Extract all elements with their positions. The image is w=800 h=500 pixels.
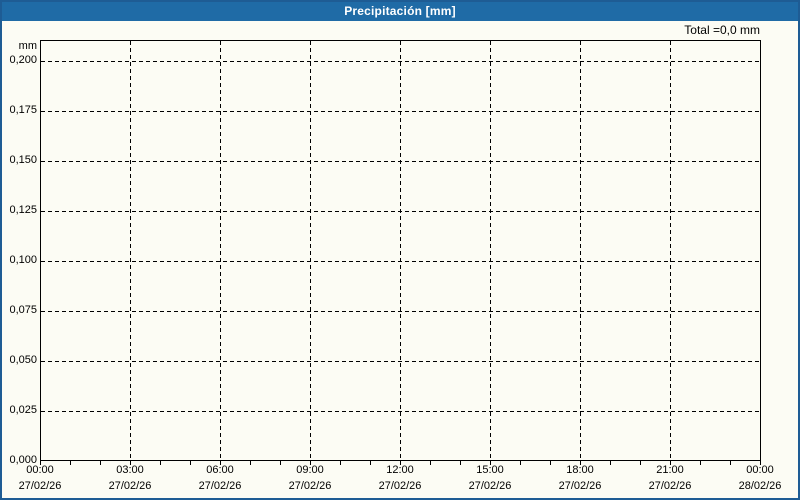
x-axis-minor-tick xyxy=(250,461,251,465)
y-axis-tick-label: 0,125 xyxy=(9,204,37,216)
x-axis-minor-tick xyxy=(460,461,461,465)
chart-title-bar: Precipitación [mm] xyxy=(0,0,800,21)
y-axis-tick-label: 0,075 xyxy=(9,304,37,316)
y-axis-unit-label: mm xyxy=(18,40,37,52)
y-axis-tick-label: 0,150 xyxy=(9,154,37,166)
y-axis-tick-label: 0,200 xyxy=(9,54,37,66)
x-axis-date-label: 27/02/26 xyxy=(198,480,242,492)
x-axis-minor-tick xyxy=(40,461,41,465)
x-axis-date-label: 27/02/26 xyxy=(468,480,512,492)
x-axis-minor-tick xyxy=(430,461,431,465)
x-axis-minor-tick xyxy=(280,461,281,465)
x-axis-minor-tick xyxy=(160,461,161,465)
x-axis-minor-tick xyxy=(610,461,611,465)
x-axis-minor-tick xyxy=(520,461,521,465)
x-axis-minor-tick xyxy=(190,461,191,465)
x-axis-minor-tick xyxy=(640,461,641,465)
x-axis-minor-tick xyxy=(370,461,371,465)
gridline-vertical xyxy=(580,41,581,460)
x-axis-ticks xyxy=(40,461,762,467)
x-axis-date-label: 27/02/26 xyxy=(108,480,152,492)
chart-title: Precipitación [mm] xyxy=(344,3,456,18)
x-axis-minor-tick xyxy=(730,461,731,465)
x-axis-minor-tick xyxy=(550,461,551,465)
x-axis-minor-tick xyxy=(310,461,311,465)
y-axis-tick-label: 0,175 xyxy=(9,104,37,116)
x-axis-minor-tick xyxy=(700,461,701,465)
x-axis-minor-tick xyxy=(490,461,491,465)
gridline-vertical xyxy=(220,41,221,460)
y-axis-tick-label: 0,050 xyxy=(9,354,37,366)
x-axis-minor-tick xyxy=(340,461,341,465)
x-axis-date-label: 27/02/26 xyxy=(558,480,602,492)
gridline-vertical xyxy=(310,41,311,460)
x-axis-minor-tick xyxy=(580,461,581,465)
total-annotation: Total =0,0 mm xyxy=(684,23,760,37)
x-axis-minor-tick xyxy=(70,461,71,465)
x-axis-minor-tick xyxy=(400,461,401,465)
gridline-vertical xyxy=(670,41,671,460)
x-axis-date-label: 27/02/26 xyxy=(378,480,422,492)
plot-area xyxy=(40,40,761,461)
gridline-vertical xyxy=(490,41,491,460)
x-axis-date-label: 27/02/26 xyxy=(288,480,332,492)
x-axis-minor-tick xyxy=(220,461,221,465)
x-axis-date-label: 27/02/26 xyxy=(648,480,692,492)
chart-window: Precipitación [mm] Total =0,0 mm mm 0,20… xyxy=(0,0,800,500)
x-axis-date-label: 27/02/26 xyxy=(18,480,62,492)
x-axis-minor-tick xyxy=(130,461,131,465)
x-axis-date-label: 28/02/26 xyxy=(738,480,782,492)
x-axis-minor-tick xyxy=(670,461,671,465)
gridline-vertical xyxy=(400,41,401,460)
y-axis-tick-label: 0,100 xyxy=(9,254,37,266)
gridline-vertical xyxy=(130,41,131,460)
x-axis-minor-tick xyxy=(100,461,101,465)
x-axis-minor-tick xyxy=(760,461,761,465)
y-axis-tick-label: 0,025 xyxy=(9,404,37,416)
